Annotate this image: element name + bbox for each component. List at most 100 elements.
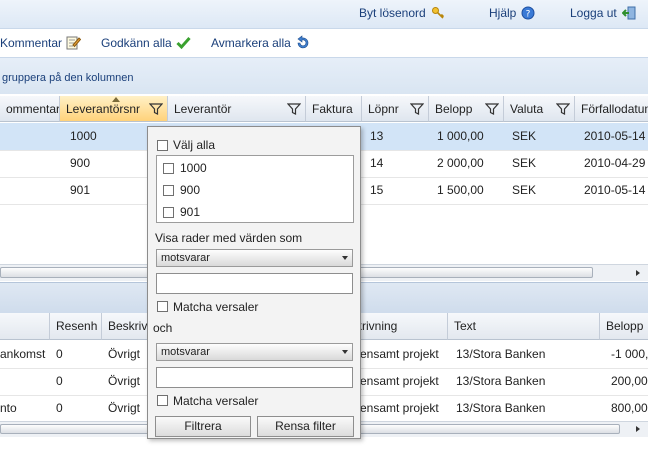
column-header-serial[interactable]: Löpnr <box>362 96 429 122</box>
group-hint: gruppera på den kolumnen <box>2 72 134 84</box>
filter-value-input-1[interactable] <box>156 273 353 294</box>
column-header-label: ommentar <box>6 102 60 116</box>
detail-cell: 13/Stora Banken <box>456 347 546 361</box>
column-header-invoice[interactable]: Faktura <box>306 96 362 122</box>
cell-supplier-no: 900 <box>70 156 91 170</box>
detail-cell: ankomst <box>0 347 46 361</box>
help-icon: ? <box>521 6 535 20</box>
cell-due-date: 2010-04-29 <box>584 156 646 170</box>
value-checkbox-1000[interactable] <box>163 163 174 174</box>
column-header-label: Leverantörsnr <box>66 102 141 116</box>
operator-select-1[interactable]: motsvarar <box>156 249 353 267</box>
detail-column-header[interactable] <box>0 313 50 340</box>
checkmark-icon <box>176 37 191 50</box>
detail-cell: Övrigt <box>108 374 141 388</box>
column-header-label: Belopp <box>606 319 644 333</box>
key-icon <box>431 7 444 19</box>
detail-column-header[interactable]: Belopp <box>600 313 648 340</box>
scroll-right-icon[interactable] <box>634 269 642 277</box>
filter-button[interactable]: Filtrera <box>155 416 251 437</box>
filter-popup: Välj alla 1000 900 901 Visa rader med vä… <box>147 126 361 439</box>
detail-cell: 13/Stora Banken <box>456 401 546 415</box>
detail-column-header[interactable]: Resenh <box>50 313 102 340</box>
detail-cell: 13/Stora Banken <box>456 374 546 388</box>
filter-values-list: 1000 900 901 <box>156 155 354 223</box>
value-checkbox-900[interactable] <box>163 185 174 196</box>
detail-cell: mensamt projekt <box>350 347 439 361</box>
column-header-supplier[interactable]: Leverantör <box>168 96 306 122</box>
undo-icon <box>297 35 309 49</box>
approve-all-button[interactable]: Godkänn alla <box>101 35 191 50</box>
help-label: Hjälp <box>489 6 517 20</box>
clear-filter-label: Rensa filter <box>275 419 336 433</box>
logic-operator-label: och <box>153 321 173 335</box>
value-label: 1000 <box>180 161 207 175</box>
match-case-label: Matcha versaler <box>173 394 259 408</box>
cell-serial: 15 <box>370 183 384 197</box>
sort-arrow-icon <box>112 97 120 102</box>
cell-serial: 14 <box>370 156 384 170</box>
select-all-checkbox[interactable] <box>157 140 168 151</box>
column-header-label: Förfallodatum <box>581 102 648 116</box>
detail-cell: 0 <box>56 374 63 388</box>
column-header-label: Löpnr <box>368 102 399 116</box>
filter-icon[interactable] <box>485 102 499 116</box>
detail-cell: 0 <box>56 347 63 361</box>
detail-cell: 0 <box>56 401 63 415</box>
logout-link[interactable]: Logga ut <box>570 6 636 20</box>
column-header-label: Leverantör <box>174 102 232 116</box>
cell-currency: SEK <box>512 129 537 143</box>
filter-icon[interactable] <box>556 102 570 116</box>
column-header-currency[interactable]: Valuta <box>504 96 575 122</box>
scroll-right-icon[interactable] <box>634 425 642 433</box>
approve-all-label: Godkänn alla <box>101 35 172 50</box>
filter-icon[interactable] <box>287 102 301 116</box>
logout-icon <box>621 6 636 20</box>
edit-note-icon <box>66 36 82 50</box>
chevron-down-icon <box>342 256 348 260</box>
match-case-checkbox-1[interactable] <box>157 301 168 312</box>
detail-cell: nto <box>0 401 17 415</box>
column-header-label: Text <box>454 319 477 333</box>
filter-value-input-2[interactable] <box>156 367 353 388</box>
value-label: 901 <box>180 205 201 219</box>
svg-text:?: ? <box>526 10 531 20</box>
column-header-label: Faktura <box>312 102 353 116</box>
cell-amount: 1 500,00 <box>437 183 484 197</box>
column-header-amount[interactable]: Belopp <box>429 96 504 122</box>
group-panel: gruppera på den kolumnen <box>0 57 648 94</box>
change-password-label: Byt lösenord <box>359 6 426 20</box>
column-header-supplier-no[interactable]: Leverantörsnr <box>60 96 168 122</box>
cell-amount: 2 000,00 <box>437 156 484 170</box>
value-checkbox-901[interactable] <box>163 207 174 218</box>
unmark-all-button[interactable]: Avmarkera alla <box>211 35 310 50</box>
column-header-comment[interactable]: ommentar <box>0 96 60 122</box>
operator-select-2[interactable]: motsvarar <box>156 343 353 361</box>
detail-cell: mensamt projekt <box>350 401 439 415</box>
comment-label: Kommentar <box>0 35 63 50</box>
detail-column-header[interactable]: Text <box>448 313 600 340</box>
logout-label: Logga ut <box>570 6 617 20</box>
detail-cell: mensamt projekt <box>350 374 439 388</box>
match-case-checkbox-2[interactable] <box>157 395 168 406</box>
detail-cell: Övrigt <box>108 347 141 361</box>
help-link[interactable]: Hjälp ? <box>489 6 535 20</box>
cell-currency: SEK <box>512 183 537 197</box>
operator-select-value: motsvarar <box>161 252 210 264</box>
filter-icon[interactable] <box>410 102 424 116</box>
column-header-label: Resenh <box>56 319 98 333</box>
column-header-label: Belopp <box>435 102 473 116</box>
top-bar: Byt lösenord Hjälp ? Logga ut <box>0 0 648 28</box>
clear-filter-button[interactable]: Rensa filter <box>257 416 354 437</box>
cell-due-date: 2010-05-14 <box>584 183 646 197</box>
change-password-link[interactable]: Byt lösenord <box>359 6 445 20</box>
detail-cell: 800,00 <box>611 401 648 415</box>
filter-icon[interactable] <box>149 102 163 116</box>
detail-cell: 200,00 <box>611 374 648 388</box>
select-all-label: Välj alla <box>173 138 216 152</box>
value-label: 900 <box>180 183 201 197</box>
column-header-label: Valuta <box>510 102 544 116</box>
chevron-down-icon <box>342 350 348 354</box>
column-header-due-date[interactable]: Förfallodatum <box>575 96 648 122</box>
comment-button[interactable]: Kommentar <box>0 35 82 50</box>
